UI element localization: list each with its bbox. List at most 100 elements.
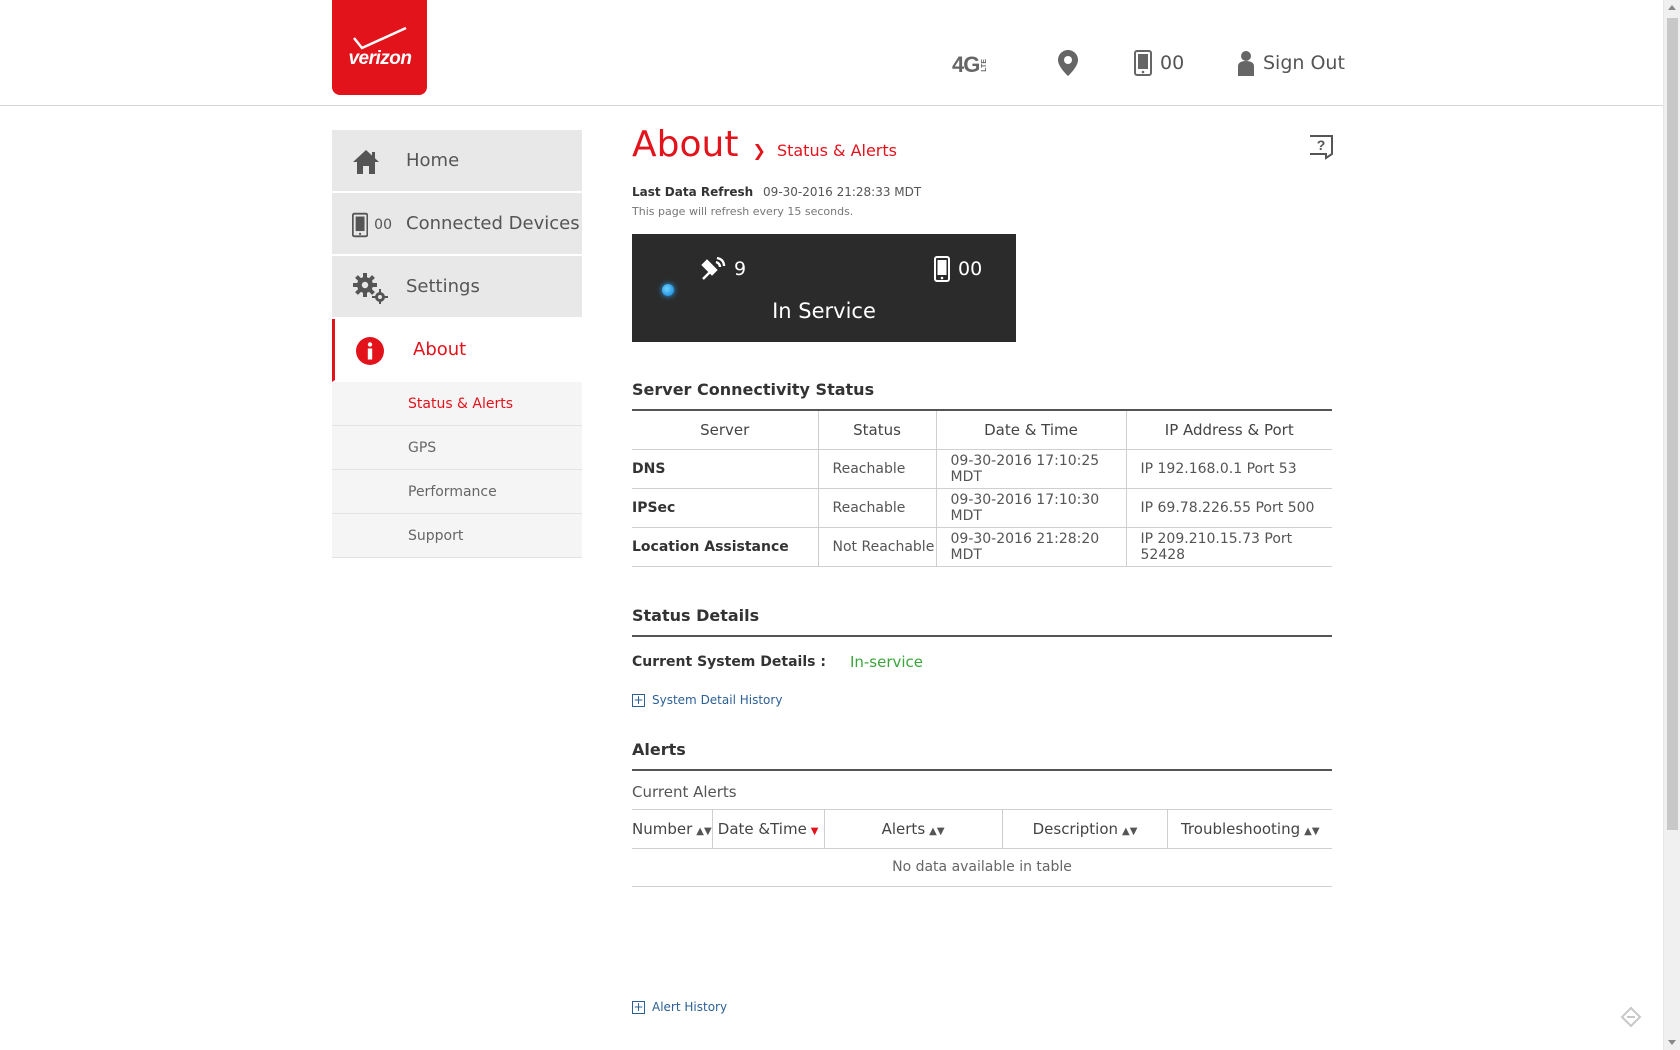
page-title: About [632, 124, 739, 165]
sidebar-subitem-performance[interactable]: Performance [332, 470, 582, 514]
sidebar-item-about[interactable]: About [332, 319, 582, 382]
breadcrumb-label: Status & Alerts [776, 141, 897, 160]
scrollbar-thumb[interactable] [1667, 18, 1678, 830]
sort-header-date[interactable]: Date &Time ▼ [711, 810, 825, 849]
feedback-icon[interactable] [1620, 1006, 1642, 1028]
device-icon: 00 [352, 209, 392, 241]
sort-header-number[interactable]: Number ▲▼ [632, 810, 713, 849]
sidebar-item-label: Connected Devices [406, 213, 580, 234]
sort-desc-icon: ▼ [810, 825, 819, 837]
plus-icon: + [632, 692, 645, 707]
main-content: About ❯ Status & Alerts ? Last Data Refr… [632, 124, 1334, 1014]
table-header-row: Number ▲▼ Date &Time ▼ Alerts ▲▼ Descriptio… [632, 810, 1332, 849]
user-icon [1238, 51, 1254, 76]
sort-header-description[interactable]: Description ▲▼ [1001, 810, 1168, 849]
status-box: 9 00 In Service [632, 234, 1016, 342]
server-table: Server Status Date & Time IP Address & P… [632, 411, 1332, 567]
gear-icon [352, 272, 392, 304]
device-count-badge: 00 [374, 217, 392, 233]
status-devices: 00 [934, 256, 982, 282]
header-devices-button[interactable]: 00 [1134, 50, 1184, 76]
column-header: Server [632, 411, 818, 450]
sidebar-subitem-status-alerts[interactable]: Status & Alerts [332, 382, 582, 426]
current-system-details: Current System Details : In-service [632, 653, 1332, 671]
server-name: Location Assistance [632, 527, 818, 567]
column-header: Date & Time [935, 411, 1126, 450]
sort-icon: ▲▼ [929, 825, 945, 837]
current-alerts-label: Current Alerts [632, 783, 1332, 810]
svg-text:?: ? [1317, 137, 1326, 153]
plus-icon: + [632, 999, 645, 1014]
server-ip: IP 209.210.15.73 Port 52428 [1125, 527, 1332, 567]
section-title: Alerts [632, 740, 1332, 771]
server-name: DNS [632, 449, 818, 489]
section-title: Server Connectivity Status [632, 380, 1332, 411]
alerts-section: Alerts Current Alerts Number ▲▼ Date &Tim… [632, 740, 1332, 887]
sidebar-item-label: Settings [406, 276, 480, 297]
network-indicator: 4G LTE [952, 52, 988, 78]
breadcrumb[interactable]: ❯ Status & Alerts [752, 141, 897, 160]
section-title: Status Details [632, 606, 1332, 637]
vertical-scrollbar[interactable] [1663, 0, 1680, 1050]
sidebar-item-settings[interactable]: Settings [332, 256, 582, 319]
gps-satellites: 9 [700, 256, 746, 282]
server-time: 09-30-2016 17:10:25 MDT [935, 449, 1126, 489]
column-header-label: Date &Time [717, 819, 807, 838]
status-devices-count: 00 [958, 258, 983, 280]
sidebar-item-label: Home [406, 150, 460, 171]
server-status: Reachable [817, 488, 936, 528]
info-icon [355, 335, 395, 367]
server-connectivity-section: Server Connectivity Status Server Status… [632, 380, 1332, 567]
sidebar-item-label: About [413, 339, 467, 360]
server-status: Not Reachable [817, 527, 936, 567]
service-status: In Service [772, 299, 876, 323]
sidebar-subitem-support[interactable]: Support [332, 514, 582, 558]
help-icon[interactable]: ? [1308, 134, 1334, 160]
satellite-icon [701, 256, 726, 280]
alert-history-toggle[interactable]: + Alert History [632, 1000, 727, 1014]
sign-out-label: Sign Out [1263, 52, 1345, 74]
table-row: DNS Reachable 09-30-2016 17:10:25 MDT IP… [632, 449, 1332, 489]
alerts-table: Number ▲▼ Date &Time ▼ Alerts ▲▼ Descriptio… [632, 810, 1332, 887]
column-header-label: Troubleshooting [1180, 819, 1301, 838]
last-refresh: Last Data Refresh 09-30-2016 21:28:33 MD… [632, 185, 1332, 199]
empty-table-message: No data available in table [632, 848, 1332, 887]
logo-text: verizon [348, 48, 412, 69]
sort-header-alerts[interactable]: Alerts ▲▼ [823, 810, 1003, 849]
network-subtype: LTE [981, 58, 989, 72]
current-system-value: In-service [849, 653, 924, 671]
table-row: No data available in table [632, 848, 1332, 887]
table-row: Location Assistance Not Reachable 09-30-… [632, 527, 1332, 567]
sidebar-item-home[interactable]: Home [332, 130, 582, 193]
server-time: 09-30-2016 17:10:30 MDT [935, 488, 1126, 528]
sidebar: Home 00 Connected Devices Settings About… [332, 130, 582, 558]
network-type: 4G [952, 52, 980, 77]
refresh-note: This page will refresh every 15 seconds. [632, 205, 854, 218]
scroll-up-icon[interactable] [1668, 5, 1676, 10]
sort-icon: ▲▼ [1304, 825, 1320, 837]
table-row: IPSec Reachable 09-30-2016 17:10:30 MDT … [632, 488, 1332, 528]
satellite-count: 9 [734, 258, 747, 280]
sort-icon: ▲▼ [1122, 825, 1138, 837]
sort-icon: ▲▼ [696, 825, 712, 837]
column-header: Status [817, 411, 936, 450]
location-button[interactable] [1058, 50, 1078, 76]
system-detail-history-toggle[interactable]: + System Detail History [632, 693, 1332, 707]
current-system-label: Current System Details : [632, 654, 826, 670]
sign-out-button[interactable]: Sign Out [1237, 50, 1345, 76]
alert-history-label: Alert History [652, 1000, 728, 1014]
scroll-down-icon[interactable] [1668, 1040, 1676, 1045]
phone-icon [1134, 50, 1152, 76]
column-header: IP Address & Port [1125, 411, 1332, 450]
sidebar-item-connected-devices[interactable]: 00 Connected Devices [332, 193, 582, 256]
column-header-label: Description [1032, 819, 1119, 838]
system-detail-history-label: System Detail History [652, 693, 783, 707]
phone-icon [934, 256, 950, 282]
server-ip: IP 69.78.226.55 Port 500 [1125, 488, 1332, 528]
server-ip: IP 192.168.0.1 Port 53 [1125, 449, 1332, 489]
sort-header-troubleshooting[interactable]: Troubleshooting ▲▼ [1167, 810, 1332, 849]
server-time: 09-30-2016 21:28:20 MDT [935, 527, 1126, 567]
verizon-logo[interactable]: verizon [332, 0, 427, 95]
sidebar-subitem-gps[interactable]: GPS [332, 426, 582, 470]
status-led-icon [662, 284, 674, 296]
